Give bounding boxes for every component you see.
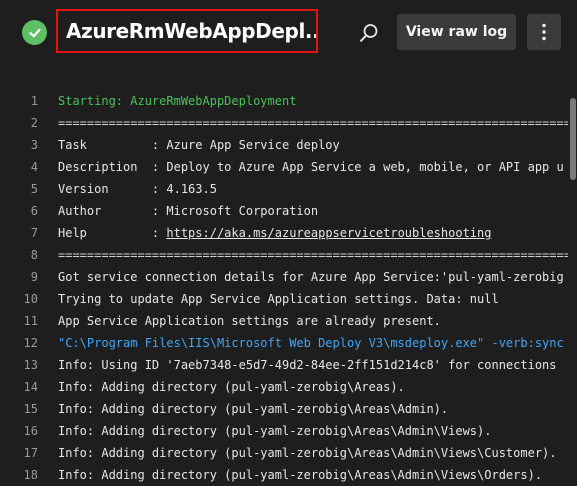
log-line-number: 11 <box>23 314 38 328</box>
log-line-number: 5 <box>30 182 38 196</box>
log-line-number: 4 <box>30 160 38 174</box>
log-line-number: 13 <box>23 358 38 372</box>
page-title: AzureRmWebAppDepl... <box>66 19 318 43</box>
more-actions-button[interactable] <box>527 14 561 50</box>
log-line: 8 =======================================… <box>0 244 568 266</box>
log-line-text: Description : Deploy to Azure App Servic… <box>58 156 564 178</box>
log-header: AzureRmWebAppDepl... View raw log <box>0 0 577 70</box>
log-line: 10 Trying to update App Service Applicati… <box>0 288 568 310</box>
log-line-text: Author : Microsoft Corporation <box>58 200 318 222</box>
log-line-number: 6 <box>30 204 38 218</box>
log-line-text: Version : 4.163.5 <box>58 178 217 200</box>
log-line-message: App Service Application settings are alr… <box>58 314 441 328</box>
log-line-number: 10 <box>23 292 38 306</box>
log-line-number: 8 <box>30 248 38 262</box>
view-raw-log-button[interactable]: View raw log <box>397 14 516 50</box>
log-line-text: Info: Adding directory (pul-yaml-zerobig… <box>58 376 405 398</box>
log-line-message: Info: Adding directory (pul-yaml-zerobig… <box>58 446 557 460</box>
log-scrollbar[interactable] <box>569 96 577 486</box>
search-icon <box>360 24 378 42</box>
log-line-message: Info: Adding directory (pul-yaml-zerobig… <box>58 402 449 416</box>
more-vertical-icon <box>542 23 546 41</box>
log-line-text: "C:\Program Files\IIS\Microsoft Web Depl… <box>58 332 564 354</box>
log-line-message: ========================================… <box>58 248 568 262</box>
log-line: 16 Info: Adding directory (pul-yaml-zerob… <box>0 420 568 442</box>
log-line-number: 2 <box>30 116 38 130</box>
log-line-number: 12 <box>23 336 38 350</box>
log-line: 18 Info: Adding directory (pul-yaml-zerob… <box>0 464 568 486</box>
log-line-message: Got service connection details for Azure… <box>58 270 564 284</box>
scrollbar-thumb[interactable] <box>570 98 576 180</box>
log-line-message: "C:\Program Files\IIS\Microsoft Web Depl… <box>58 336 564 350</box>
log-line-number: 16 <box>23 424 38 438</box>
log-line-number: 9 <box>30 270 38 284</box>
log-line-text: Trying to update App Service Application… <box>58 288 499 310</box>
log-line: 15 Info: Adding directory (pul-yaml-zerob… <box>0 398 568 420</box>
log-line-message: Info: Adding directory (pul-yaml-zerobig… <box>58 424 492 438</box>
log-line-number: 15 <box>23 402 38 416</box>
log-line-number: 14 <box>23 380 38 394</box>
help-link[interactable]: https://aka.ms/azureappservicetroublesho… <box>166 226 491 240</box>
log-line: 2 =======================================… <box>0 112 568 134</box>
log-line-text: ========================================… <box>58 244 568 266</box>
log-viewer-page: AzureRmWebAppDepl... View raw log 1 Start… <box>0 0 577 486</box>
log-line-text: Info: Using ID '7aeb7348-e5d7-49d2-84ee-… <box>58 354 557 376</box>
log-line-message: Description : Deploy to Azure App Servic… <box>58 160 564 174</box>
log-line-message: ========================================… <box>58 116 568 130</box>
log-line: 12 "C:\Program Files\IIS\Microsoft Web De… <box>0 332 568 354</box>
log-line-text: Info: Adding directory (pul-yaml-zerobig… <box>58 442 557 464</box>
log-line-number: 7 <box>30 226 38 240</box>
log-line-text: Task : Azure App Service deploy <box>58 134 340 156</box>
log-line: 5 Version : 4.163.5 <box>0 178 568 200</box>
log-line-text: Got service connection details for Azure… <box>58 266 564 288</box>
log-line: 14 Info: Adding directory (pul-yaml-zerob… <box>0 376 568 398</box>
title-highlight-box: AzureRmWebAppDepl... <box>56 9 318 53</box>
log-line-message: Info: Using ID '7aeb7348-e5d7-49d2-84ee-… <box>58 358 557 372</box>
log-line: 1 Starting: AzureRmWebAppDeployment <box>0 90 568 112</box>
log-line-message: Version : 4.163.5 <box>58 182 217 196</box>
log-line-number: 17 <box>23 446 38 460</box>
log-line-text: Help : https://aka.ms/azureappservicetro… <box>58 222 491 244</box>
log-line-text: Info: Adding directory (pul-yaml-zerobig… <box>58 420 491 442</box>
log-line-message: Help : <box>58 226 167 240</box>
log-line-number: 3 <box>30 138 38 152</box>
log-line: 3 Task : Azure App Service deploy <box>0 134 568 156</box>
log-line-message: Author : Microsoft Corporation <box>58 204 319 218</box>
log-line-message: Info: Adding directory (pul-yaml-zerobig… <box>58 468 543 482</box>
log-line: 6 Author : Microsoft Corporation <box>0 200 568 222</box>
log-line: 17 Info: Adding directory (pul-yaml-zerob… <box>0 442 568 464</box>
log-line: 7 Help : https://aka.ms/azureappservicetr… <box>0 222 568 244</box>
log-line: 13 Info: Using ID '7aeb7348-e5d7-49d2-84e… <box>0 354 568 376</box>
log-line-text: ========================================… <box>58 112 568 134</box>
check-circle-icon <box>22 20 47 45</box>
log-line-message: Task : Azure App Service deploy <box>58 138 340 152</box>
log-line-number: 18 <box>23 468 38 482</box>
log-line: 11 App Service Application settings are a… <box>0 310 568 332</box>
log-line: 9 Got service connection details for Azur… <box>0 266 568 288</box>
log-line-number: 1 <box>30 94 38 108</box>
log-line-text: Info: Adding directory (pul-yaml-zerobig… <box>58 464 542 486</box>
log-line-message: Info: Adding directory (pul-yaml-zerobig… <box>58 380 405 394</box>
log-line-text: Info: Adding directory (pul-yaml-zerobig… <box>58 398 448 420</box>
search-button[interactable] <box>356 20 382 46</box>
log-line-message: Starting: AzureRmWebAppDeployment <box>58 94 297 108</box>
log-content[interactable]: 1 Starting: AzureRmWebAppDeployment 2 =====… <box>0 90 568 486</box>
log-line-text: App Service Application settings are alr… <box>58 310 441 332</box>
log-line-message: Trying to update App Service Application… <box>58 292 499 306</box>
log-line-text: Starting: AzureRmWebAppDeployment <box>58 90 296 112</box>
log-line: 4 Description : Deploy to Azure App Servi… <box>0 156 568 178</box>
